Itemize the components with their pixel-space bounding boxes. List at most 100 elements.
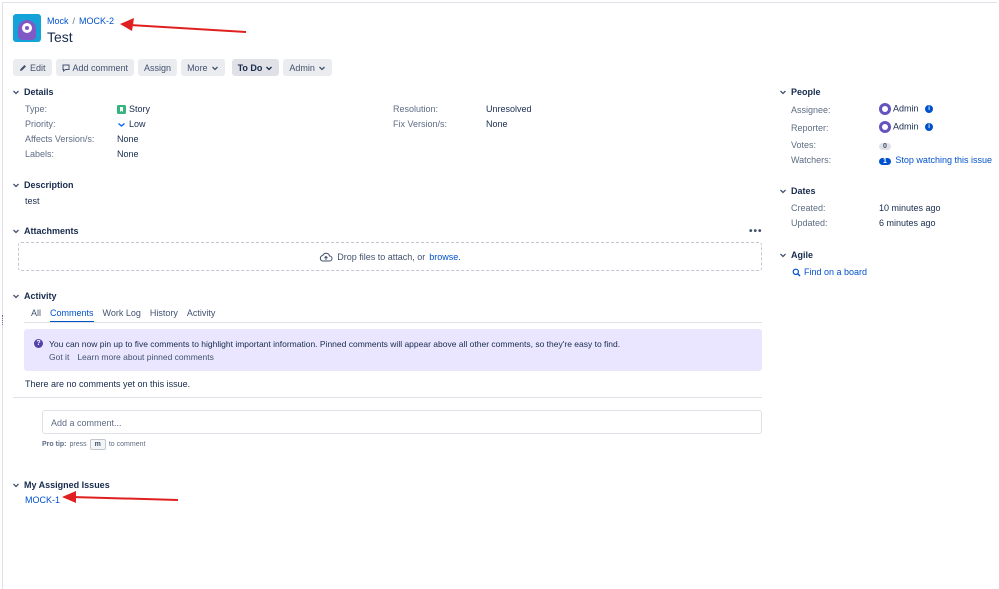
chevron-down-icon [266, 66, 273, 70]
chevron-down-icon [780, 189, 786, 194]
chevron-down-icon [13, 483, 19, 488]
info-icon[interactable]: i [925, 105, 934, 113]
description-text[interactable]: test [25, 196, 40, 206]
story-icon [117, 104, 126, 114]
breadcrumb-issue-link[interactable]: MOCK-2 [79, 16, 114, 26]
type-text: Story [129, 104, 151, 114]
priority-text: Low [129, 119, 146, 129]
reporter-value[interactable]: Admin i [879, 121, 934, 133]
description-heading: Description [24, 180, 74, 190]
more-button[interactable]: More [181, 59, 225, 76]
votes-badge: 0 [879, 143, 891, 150]
browse-link[interactable]: browse. [429, 252, 461, 262]
activity-heading: Activity [24, 291, 57, 301]
dates-heading: Dates [791, 186, 816, 196]
pinned-comments-notice: ? You can now pin up to five comments to… [24, 329, 762, 371]
edit-label: Edit [30, 62, 46, 73]
assigned-issue-link[interactable]: MOCK-1 [25, 495, 60, 505]
tab-activity[interactable]: Activity [187, 308, 216, 323]
tab-comments[interactable]: Comments [50, 308, 94, 323]
search-icon [792, 268, 801, 276]
assignee-label: Assignee: [791, 105, 831, 115]
more-label: More [187, 62, 208, 73]
assigned-issues-heading: My Assigned Issues [24, 480, 110, 490]
learn-more-link[interactable]: Learn more about pinned comments [77, 352, 214, 362]
protip-key: m [89, 439, 106, 450]
watchers-badge[interactable]: 1 [879, 158, 891, 165]
activity-tabs: All Comments Work Log History Activity [31, 308, 215, 323]
tab-all[interactable]: All [31, 308, 41, 323]
assignee-name: Admin [893, 103, 919, 114]
chevron-down-icon [13, 90, 19, 95]
attachment-dropzone[interactable]: Drop files to attach, or browse. [18, 242, 762, 271]
details-toggle[interactable]: Details [12, 87, 54, 97]
chevron-down-icon [13, 229, 19, 234]
affects-value[interactable]: None [117, 134, 139, 144]
attachments-toggle[interactable]: Attachments [12, 226, 79, 236]
protip: Pro tip: press m to comment [42, 439, 145, 450]
stop-watching-link[interactable]: Stop watching this issue [895, 155, 992, 165]
assign-button[interactable]: Assign [138, 59, 178, 76]
assigned-issues-toggle[interactable]: My Assigned Issues [12, 480, 110, 490]
info-icon[interactable]: i [925, 123, 934, 131]
protip-suffix: to comment [108, 441, 146, 448]
status-button[interactable]: To Do [231, 59, 280, 76]
issue-title[interactable]: Test [47, 29, 73, 45]
tab-history[interactable]: History [150, 308, 178, 323]
resolution-label: Resolution: [393, 104, 439, 114]
issue-toolbar: Edit Add comment Assign More To Do Admin [13, 59, 332, 76]
protip-bold: Pro tip: [42, 441, 67, 448]
find-on-board-link[interactable]: Find on a board [792, 267, 867, 277]
notice-text: You can now pin up to five comments to h… [49, 339, 621, 349]
project-avatar-icon[interactable] [13, 14, 41, 42]
annotation-arrow-top [120, 18, 247, 33]
created-value: 10 minutes ago [879, 203, 941, 213]
agile-toggle[interactable]: Agile [779, 250, 813, 260]
watchers-label: Watchers: [791, 155, 832, 165]
details-heading: Details [24, 87, 54, 97]
resolution-value: Unresolved [486, 104, 532, 114]
edit-button[interactable]: Edit [13, 59, 52, 76]
breadcrumb-separator: / [72, 16, 76, 26]
fix-version-label: Fix Version/s: [393, 119, 448, 129]
chevron-down-icon [13, 183, 19, 188]
got-it-button[interactable]: Got it [49, 352, 69, 362]
priority-value: Low [117, 119, 146, 129]
breadcrumb-project-link[interactable]: Mock [47, 16, 69, 26]
agile-heading: Agile [791, 250, 814, 260]
activity-toggle[interactable]: Activity [12, 291, 57, 301]
add-comment-label: Add comment [72, 62, 129, 73]
cloud-upload-icon [320, 252, 333, 261]
assignee-value[interactable]: Admin i [879, 103, 934, 115]
dates-toggle[interactable]: Dates [779, 186, 816, 196]
chevron-down-icon [211, 66, 218, 70]
labels-value[interactable]: None [117, 149, 139, 159]
comment-input[interactable]: Add a comment... [42, 410, 762, 434]
chevron-down-icon [13, 294, 19, 299]
chevron-down-icon [318, 66, 325, 70]
admin-button[interactable]: Admin [283, 59, 332, 76]
resize-handle[interactable] [2, 315, 4, 325]
comment-icon [62, 64, 70, 72]
comments-divider [13, 397, 762, 398]
status-label: To Do [237, 62, 263, 73]
dropzone-text: Drop files to attach, or [337, 251, 426, 262]
find-on-board-label: Find on a board [804, 267, 868, 277]
question-icon: ? [34, 339, 43, 348]
updated-value: 6 minutes ago [879, 218, 936, 228]
fix-version-value[interactable]: None [486, 119, 508, 129]
labels-label: Labels: [25, 149, 55, 159]
people-heading: People [791, 87, 821, 97]
description-toggle[interactable]: Description [12, 180, 74, 190]
affects-label: Affects Version/s: [25, 134, 95, 144]
watchers-value: 1 Stop watching this issue [879, 155, 992, 165]
people-toggle[interactable]: People [779, 87, 821, 97]
tab-work-log[interactable]: Work Log [103, 308, 141, 323]
add-comment-button[interactable]: Add comment [55, 59, 135, 76]
attachments-more-button[interactable]: ••• [749, 226, 763, 237]
reporter-label: Reporter: [791, 123, 829, 133]
votes-value[interactable]: 0 [879, 140, 891, 150]
pencil-icon [20, 64, 26, 71]
avatar [879, 121, 891, 133]
admin-label: Admin [289, 62, 315, 73]
